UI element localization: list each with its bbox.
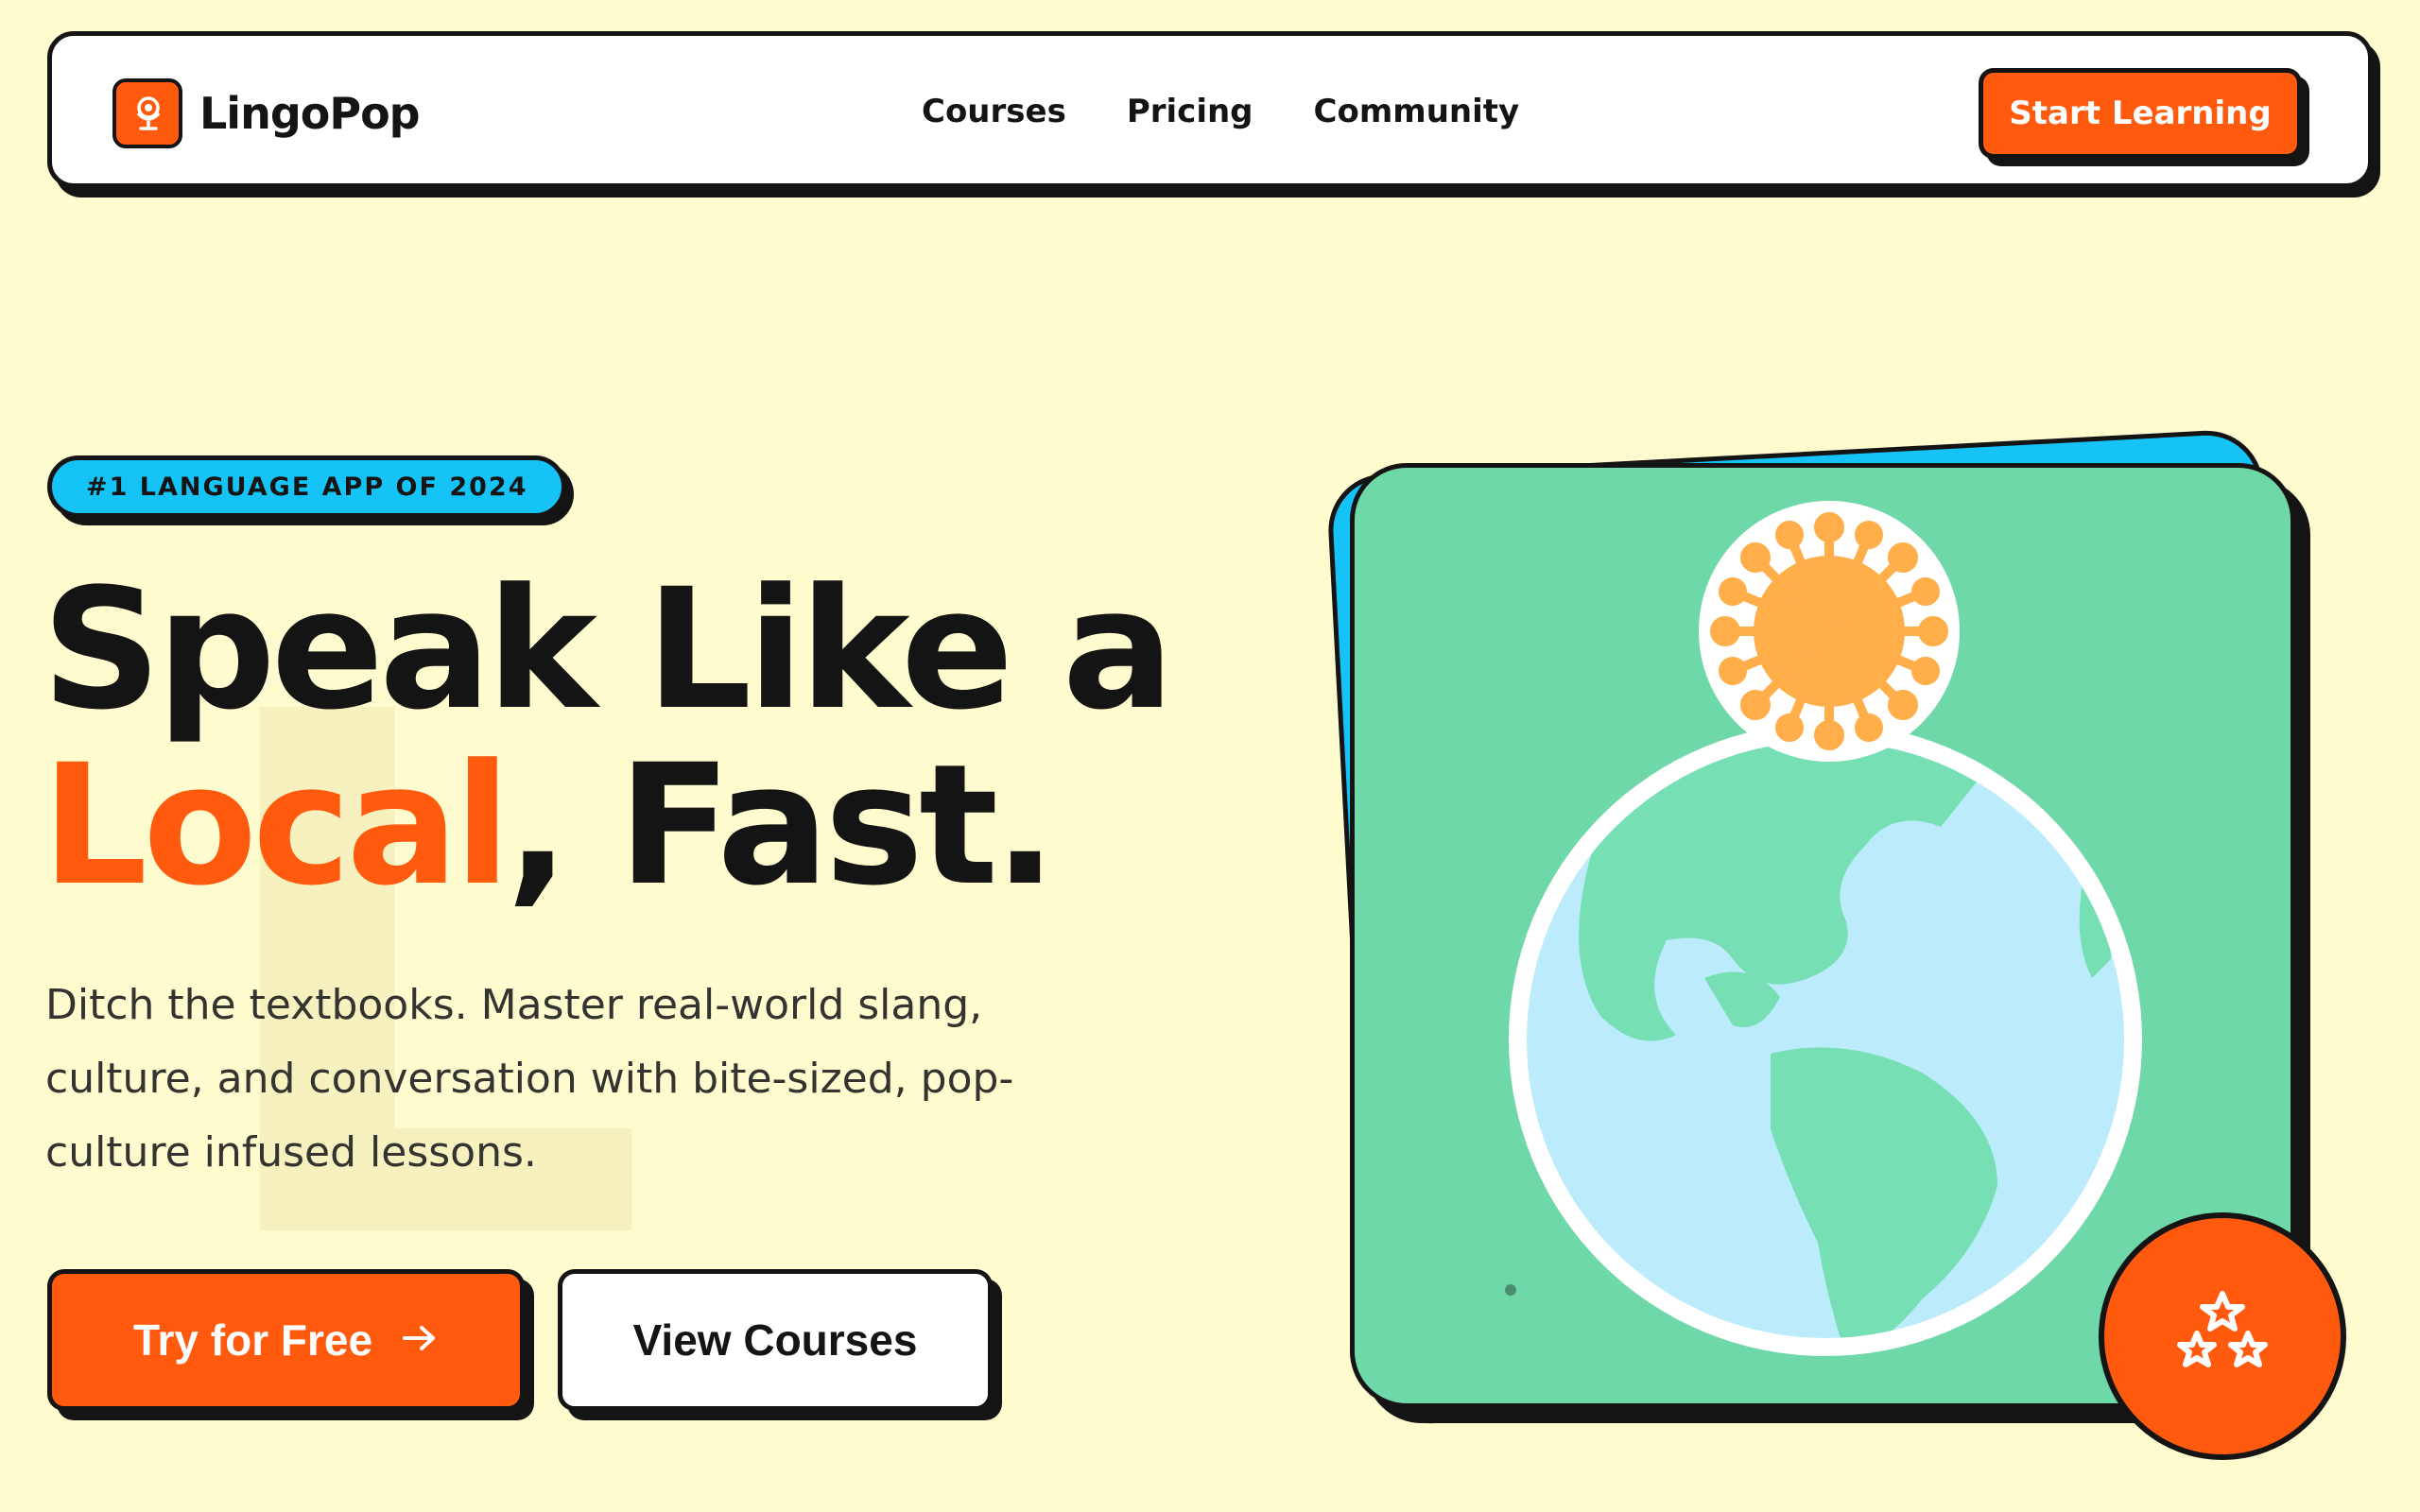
nav-links: Courses Pricing Community [922,93,1580,130]
headline-line-1: Speak Like a [42,553,1174,747]
try-for-free-label: Try for Free [132,1315,373,1365]
nav-link-community[interactable]: Community [1314,93,1520,130]
headline-line-2-rest: , Fast. [506,729,1057,922]
hero-headline: Speak Like a Local, Fast. [42,562,1174,914]
view-courses-button[interactable]: View Courses [558,1269,993,1411]
arrow-right-icon [401,1316,439,1364]
stars-icon[interactable] [2099,1212,2346,1460]
hero-subcopy: Ditch the textbooks. Master real-world s… [45,981,1014,1177]
nav-link-pricing[interactable]: Pricing [1127,93,1253,130]
top-navbar: LingoPop Courses Pricing Community Start… [47,31,2373,188]
sun-icon [1699,501,1960,762]
brand-name: LingoPop [199,88,421,139]
globe-icon [112,78,182,148]
award-badge: #1 LANGUAGE APP OF 2024 [47,455,567,518]
nav-link-courses[interactable]: Courses [922,93,1066,130]
brand-logo[interactable]: LingoPop [112,78,421,148]
start-learning-button[interactable]: Start Learning [1979,68,2302,159]
try-for-free-button[interactable]: Try for Free [47,1269,525,1411]
headline-accent-word: Local [42,729,510,922]
globe-icon [1509,723,2142,1356]
